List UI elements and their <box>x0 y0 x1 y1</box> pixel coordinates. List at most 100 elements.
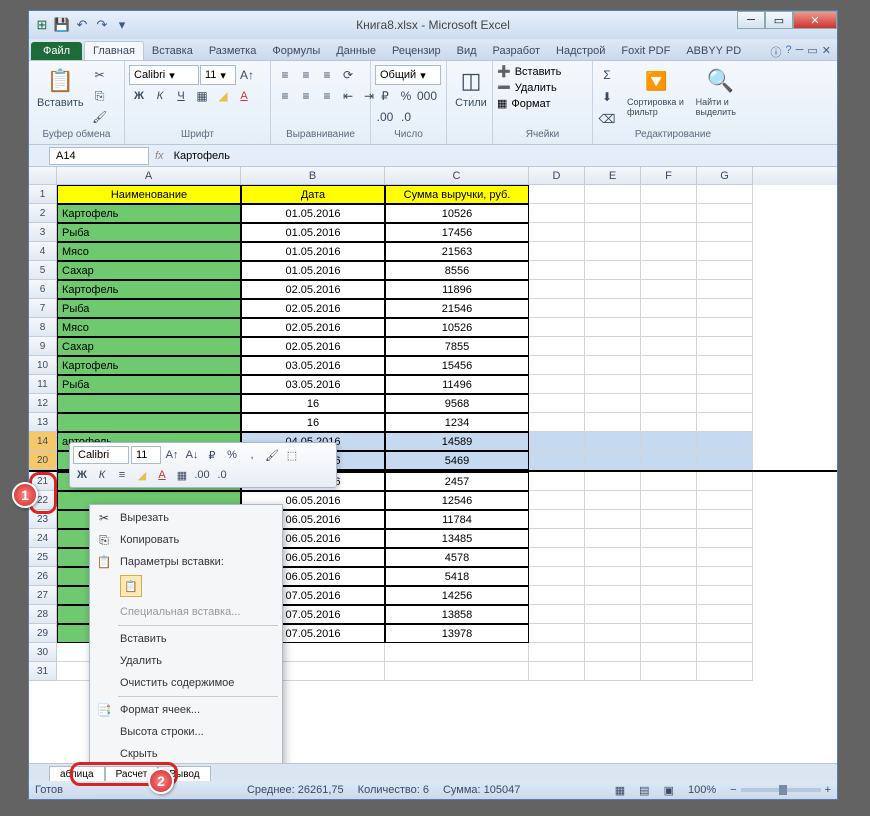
tab-developer[interactable]: Разработ <box>485 42 548 60</box>
ctx-format-cells[interactable]: 📑Формат ячеек... <box>92 699 280 721</box>
row-head[interactable]: 14 <box>29 432 57 451</box>
date-cell[interactable]: 01.05.2016 <box>241 223 385 242</box>
view-break-icon[interactable]: ▣ <box>664 784 674 797</box>
sum-cell[interactable]: 2457 <box>385 472 529 491</box>
formula-input[interactable]: Картофель <box>170 150 837 162</box>
sum-cell[interactable]: 5469 <box>385 451 529 470</box>
ctx-cut[interactable]: ✂Вырезать <box>92 507 280 529</box>
font-name-combo[interactable]: Calibri▾ <box>129 65 199 85</box>
row-head[interactable]: 24 <box>29 529 57 548</box>
comma-icon[interactable]: 000 <box>417 86 437 106</box>
mini-grow-icon[interactable]: A↑ <box>163 446 181 464</box>
copy-icon[interactable]: ⎘ <box>90 86 110 106</box>
format-painter-icon[interactable]: 🖌 <box>90 107 110 127</box>
mini-bold-icon[interactable]: Ж <box>73 466 91 484</box>
row-head[interactable]: 4 <box>29 242 57 261</box>
mini-painter-icon[interactable]: 🖌 <box>263 446 281 464</box>
sum-cell[interactable]: 10526 <box>385 204 529 223</box>
name-cell[interactable]: Картофель <box>57 356 241 375</box>
align-center-icon[interactable]: ≡ <box>296 86 316 106</box>
orientation-icon[interactable]: ⟳ <box>338 65 358 85</box>
redo-icon[interactable]: ↷ <box>93 16 111 34</box>
view-layout-icon[interactable]: ▤ <box>639 784 649 797</box>
tab-abbyy[interactable]: ABBYY PD <box>678 42 749 60</box>
mini-currency-icon[interactable]: ₽ <box>203 446 221 464</box>
maximize-button[interactable]: ▭ <box>765 11 793 29</box>
sum-cell[interactable]: 21546 <box>385 299 529 318</box>
undo-icon[interactable]: ↶ <box>73 16 91 34</box>
date-cell[interactable]: 16 <box>241 413 385 432</box>
sum-cell[interactable]: 14589 <box>385 432 529 451</box>
col-head-b[interactable]: B <box>241 167 385 185</box>
paste-button[interactable]: 📋 Вставить <box>33 65 88 111</box>
sort-filter-button[interactable]: 🔽Сортировка и фильтр <box>623 65 690 119</box>
header-cell[interactable]: Сумма выручки, руб. <box>385 185 529 204</box>
tab-addins[interactable]: Надстрой <box>548 42 613 60</box>
date-cell[interactable]: 02.05.2016 <box>241 318 385 337</box>
fill-icon[interactable]: ⬇ <box>597 87 617 107</box>
row-head[interactable]: 5 <box>29 261 57 280</box>
date-cell[interactable]: 01.05.2016 <box>241 204 385 223</box>
tab-review[interactable]: Рецензир <box>384 42 449 60</box>
row-head[interactable]: 31 <box>29 662 57 681</box>
minimize-ribbon-icon[interactable]: ⓘ <box>770 44 781 60</box>
row-head[interactable]: 11 <box>29 375 57 394</box>
row-head[interactable]: 28 <box>29 605 57 624</box>
sum-cell[interactable]: 13485 <box>385 529 529 548</box>
mini-italic-icon[interactable]: К <box>93 466 111 484</box>
autosum-icon[interactable]: Σ <box>597 65 617 85</box>
border-icon[interactable]: ▦ <box>192 86 212 106</box>
tab-formulas[interactable]: Формулы <box>264 42 328 60</box>
col-head-g[interactable]: G <box>697 167 753 185</box>
font-size-combo[interactable]: 11▾ <box>200 65 236 85</box>
col-head-c[interactable]: C <box>385 167 529 185</box>
header-cell[interactable]: Дата <box>241 185 385 204</box>
save-icon[interactable]: 💾 <box>53 16 71 34</box>
row-head[interactable]: 26 <box>29 567 57 586</box>
ctx-paste-special[interactable]: Специальная вставка... <box>92 601 280 623</box>
date-cell[interactable]: 02.05.2016 <box>241 280 385 299</box>
tab-file[interactable]: Файл <box>31 42 82 60</box>
row-head[interactable]: 27 <box>29 586 57 605</box>
minimize-button[interactable]: ─ <box>737 11 765 29</box>
name-cell[interactable]: Картофель <box>57 280 241 299</box>
ctx-insert[interactable]: Вставить <box>92 628 280 650</box>
mini-fontcolor-icon[interactable]: A <box>153 466 171 484</box>
sum-cell[interactable]: 13978 <box>385 624 529 643</box>
name-box[interactable]: A14 <box>49 147 149 165</box>
zoom-in-icon[interactable]: + <box>825 784 831 796</box>
mini-merge-icon[interactable]: ⬚ <box>283 446 301 464</box>
sum-cell[interactable]: 13858 <box>385 605 529 624</box>
row-head[interactable]: 10 <box>29 356 57 375</box>
help-icon[interactable]: ? <box>785 44 791 60</box>
align-bot-icon[interactable]: ≡ <box>317 65 337 85</box>
name-cell[interactable] <box>57 394 241 413</box>
row-head[interactable]: 2 <box>29 204 57 223</box>
align-top-icon[interactable]: ≡ <box>275 65 295 85</box>
row-head[interactable]: 30 <box>29 643 57 662</box>
fx-icon[interactable]: fx <box>149 150 170 162</box>
col-head-e[interactable]: E <box>585 167 641 185</box>
doc-restore-icon[interactable]: ▭ <box>807 44 817 60</box>
mini-incdec-icon[interactable]: .00 <box>193 466 211 484</box>
col-head-a[interactable]: A <box>57 167 241 185</box>
header-cell[interactable]: Наименование <box>57 185 241 204</box>
name-cell[interactable]: Картофель <box>57 204 241 223</box>
align-mid-icon[interactable]: ≡ <box>296 65 316 85</box>
select-all-corner[interactable] <box>29 167 57 185</box>
dec-dec-icon[interactable]: .0 <box>396 107 416 127</box>
align-right-icon[interactable]: ≡ <box>317 86 337 106</box>
row-head[interactable]: 1 <box>29 185 57 204</box>
percent-icon[interactable]: % <box>396 86 416 106</box>
name-cell[interactable]: Сахар <box>57 261 241 280</box>
date-cell[interactable]: 16 <box>241 394 385 413</box>
inc-dec-icon[interactable]: .00 <box>375 107 395 127</box>
name-cell[interactable]: Мясо <box>57 242 241 261</box>
mini-decdec-icon[interactable]: .0 <box>213 466 231 484</box>
ctx-clear[interactable]: Очистить содержимое <box>92 672 280 694</box>
qat-dropdown-icon[interactable]: ▾ <box>113 16 131 34</box>
mini-align-icon[interactable]: ≡ <box>113 466 131 484</box>
increase-font-icon[interactable]: A↑ <box>237 65 257 85</box>
row-head[interactable]: 25 <box>29 548 57 567</box>
sum-cell[interactable]: 7855 <box>385 337 529 356</box>
